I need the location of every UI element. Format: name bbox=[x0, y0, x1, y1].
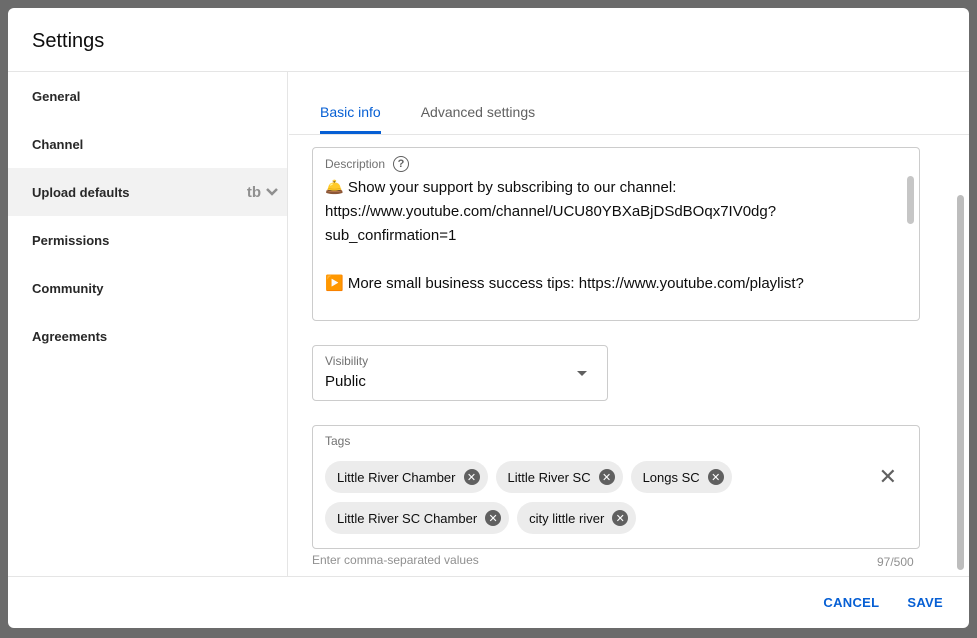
remove-tag-icon[interactable]: ✕ bbox=[463, 469, 480, 485]
sidebar-item-label: Permissions bbox=[32, 232, 110, 248]
remove-tag-icon[interactable]: ✕ bbox=[612, 510, 629, 526]
description-scrollbar[interactable] bbox=[907, 176, 914, 224]
sidebar-item-channel[interactable]: Channel bbox=[8, 120, 287, 168]
tag-chip: Little River Chamber ✕ bbox=[325, 461, 488, 493]
tab-bar: Basic info Advanced settings bbox=[289, 72, 969, 135]
sidebar-item-general[interactable]: General bbox=[8, 72, 287, 120]
description-textarea[interactable]: 🛎️ Show your support by subscribing to o… bbox=[325, 176, 895, 292]
tag-label: Little River SC bbox=[507, 469, 591, 485]
dialog-footer: CANCEL SAVE bbox=[8, 576, 969, 628]
tags-field[interactable]: Tags Little River Chamber ✕ Little River … bbox=[312, 425, 920, 549]
content-scroll: Description? 🛎️ Show your support by sub… bbox=[289, 136, 969, 576]
sidebar-item-community[interactable]: Community bbox=[8, 264, 287, 312]
tag-label: Little River Chamber bbox=[337, 469, 456, 485]
visibility-dropdown[interactable]: Visibility Public bbox=[312, 345, 608, 401]
tags-hint: Enter comma-separated values bbox=[312, 553, 479, 567]
tag-label: city little river bbox=[529, 510, 605, 526]
panel-scrollbar[interactable] bbox=[957, 195, 964, 570]
sidebar-item-label: Community bbox=[32, 280, 104, 296]
dialog-title: Settings bbox=[8, 8, 969, 72]
tag-chip: Longs SC ✕ bbox=[630, 461, 732, 493]
tags-label: Tags bbox=[325, 434, 351, 448]
description-label: Description bbox=[325, 157, 386, 171]
caret-down-icon bbox=[577, 371, 587, 376]
remove-tag-icon[interactable]: ✕ bbox=[485, 510, 502, 526]
sidebar-item-upload-defaults[interactable]: Upload defaults tb bbox=[8, 168, 287, 216]
tag-list: Little River Chamber ✕ Little River SC ✕ L… bbox=[325, 461, 845, 534]
sidebar-item-agreements[interactable]: Agreements bbox=[8, 312, 287, 360]
cancel-button[interactable]: CANCEL bbox=[813, 587, 889, 618]
clear-tags-icon[interactable]: ✕ bbox=[879, 464, 897, 490]
description-field[interactable]: Description? 🛎️ Show your support by sub… bbox=[312, 147, 920, 321]
description-line: sub_confirmation=1 bbox=[325, 227, 457, 244]
tag-label: Little River SC Chamber bbox=[337, 510, 478, 526]
sidebar-item-label: Channel bbox=[32, 136, 84, 152]
remove-tag-icon[interactable]: ✕ bbox=[598, 469, 615, 485]
visibility-label: Visibility bbox=[325, 354, 369, 368]
description-line: 🛎️ Show your support by subscribing to o… bbox=[325, 179, 677, 196]
help-icon[interactable]: ? bbox=[393, 156, 410, 172]
main-panel: Basic info Advanced settings Description… bbox=[289, 72, 969, 576]
remove-tag-icon[interactable]: ✕ bbox=[707, 469, 724, 485]
tags-count: 97/500 bbox=[877, 555, 914, 569]
tag-label: Longs SC bbox=[642, 469, 700, 485]
description-line: https://www.youtube.com/channel/UCU80YBX… bbox=[325, 203, 777, 220]
tubebuddy-icon[interactable]: tb bbox=[247, 184, 261, 201]
tag-chip: city little river ✕ bbox=[517, 502, 637, 534]
chevron-down-icon[interactable] bbox=[265, 187, 279, 197]
settings-dialog: Settings General Channel Upload defaults… bbox=[8, 8, 969, 628]
tab-basic-info[interactable]: Basic info bbox=[320, 72, 381, 134]
visibility-value: Public bbox=[325, 373, 366, 390]
sidebar-item-label: Agreements bbox=[32, 328, 108, 344]
tag-chip: Little River SC Chamber ✕ bbox=[325, 502, 510, 534]
sidebar-item-label: General bbox=[32, 88, 81, 104]
tag-chip: Little River SC ✕ bbox=[495, 461, 623, 493]
tab-advanced-settings[interactable]: Advanced settings bbox=[421, 72, 535, 134]
description-line: ▶️ More small business success tips: htt… bbox=[325, 275, 804, 292]
sidebar-item-label: Upload defaults bbox=[32, 184, 130, 200]
sidebar-item-permissions[interactable]: Permissions bbox=[8, 216, 287, 264]
description-line bbox=[325, 248, 895, 272]
save-button[interactable]: SAVE bbox=[897, 587, 953, 618]
sidebar: General Channel Upload defaults tb Permi… bbox=[8, 72, 288, 576]
